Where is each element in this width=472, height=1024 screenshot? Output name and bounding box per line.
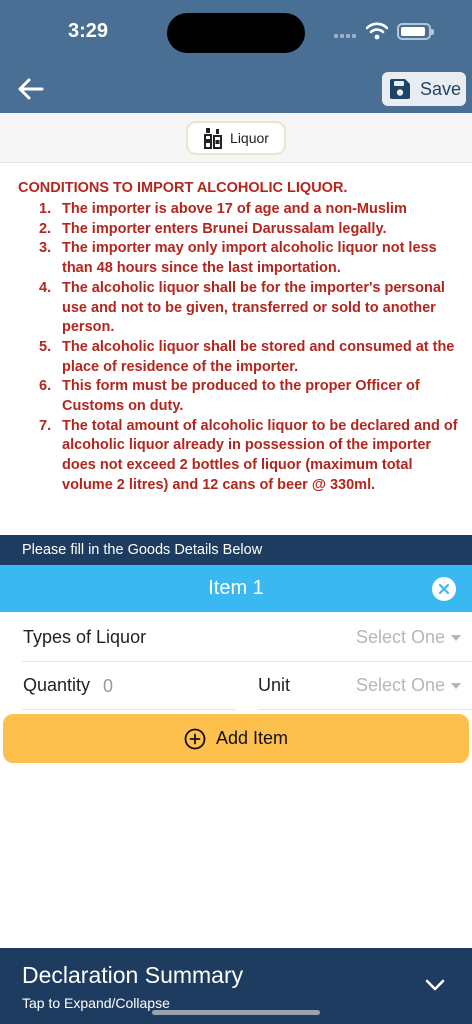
summary-subtitle: Tap to Expand/Collapse xyxy=(22,995,170,1011)
item-header: Item 1 xyxy=(0,565,472,612)
condition-item: 4. The alcoholic liquor shall be for the … xyxy=(18,279,460,338)
liquor-type-label: Types of Liquor xyxy=(23,627,147,647)
condition-number: 4. xyxy=(39,279,52,296)
liquor-bottles-icon xyxy=(204,128,223,149)
condition-number: 5. xyxy=(39,338,52,355)
save-label: Save xyxy=(420,78,462,99)
condition-item: 5. The alcoholic liquor shall be stored a… xyxy=(18,338,460,377)
caret-down-icon xyxy=(451,634,462,641)
conditions-title: CONDITIONS TO IMPORT ALCOHOLIC LIQUOR. xyxy=(18,180,348,196)
arrow-left-icon xyxy=(18,78,44,100)
unit-label: Unit xyxy=(258,675,291,695)
divider xyxy=(258,709,472,710)
condition-text: The total amount of alcoholic liquor to … xyxy=(62,417,458,493)
status-time: 3:29 xyxy=(68,20,109,42)
add-item-label: Add Item xyxy=(215,728,289,748)
condition-number: 1. xyxy=(39,201,52,217)
divider xyxy=(22,709,236,710)
condition-number: 3. xyxy=(39,240,52,257)
condition-text: The importer is above 17 of age and a no… xyxy=(62,201,407,217)
plus-circle-icon xyxy=(184,728,206,749)
unit-value: Select One xyxy=(356,675,446,695)
condition-item: 1. The importer is above 17 of age and a … xyxy=(18,200,460,220)
condition-item: 2. The importer enters Brunei Darussalam … xyxy=(18,220,460,240)
add-item-button[interactable]: Add Item xyxy=(3,714,469,763)
floppy-disk-icon xyxy=(390,79,410,99)
category-bar: Liquor xyxy=(0,113,472,163)
remove-item-button[interactable] xyxy=(432,577,456,601)
quantity-input[interactable] xyxy=(103,674,223,698)
condition-text: The importer enters Brunei Darussalam le… xyxy=(62,220,387,237)
condition-item: 7. The total amount of alcoholic liquor t… xyxy=(18,417,460,496)
goods-section-header: Please fill in the Goods Details Below xyxy=(0,535,472,565)
conditions-list: 1. The importer is above 17 of age and a … xyxy=(18,200,460,496)
import-conditions: CONDITIONS TO IMPORT ALCOHOLIC LIQUOR. 1… xyxy=(18,179,460,496)
unit-select[interactable]: Select One xyxy=(356,675,462,696)
condition-number: 2. xyxy=(39,220,52,237)
condition-number: 6. xyxy=(39,378,52,395)
condition-text: The alcoholic liquor shall be for the im… xyxy=(62,279,445,336)
divider xyxy=(22,661,472,662)
liquor-type-select[interactable]: Select One xyxy=(356,627,462,648)
battery-icon xyxy=(397,23,434,40)
category-chip-label: Liquor xyxy=(230,130,269,146)
dynamic-island xyxy=(167,13,305,53)
caret-down-icon xyxy=(451,682,462,689)
home-indicator xyxy=(152,1010,320,1015)
condition-text: The importer may only import alcoholic l… xyxy=(62,240,437,277)
condition-text: This form must be produced to the proper… xyxy=(62,378,420,415)
back-button[interactable] xyxy=(14,74,46,104)
close-icon xyxy=(438,583,450,595)
condition-text: The alcoholic liquor shall be stored and… xyxy=(62,338,455,375)
summary-title: Declaration Summary xyxy=(22,962,244,988)
condition-item: 3. The importer may only import alcoholic… xyxy=(18,239,460,278)
category-chip-liquor[interactable]: Liquor xyxy=(186,121,286,155)
liquor-type-value: Select One xyxy=(356,627,446,647)
cellular-signal-icon xyxy=(334,34,356,38)
quantity-label: Quantity xyxy=(23,675,91,695)
condition-item: 6. This form must be produced to the prop… xyxy=(18,377,460,416)
condition-number: 7. xyxy=(39,417,52,434)
save-button[interactable]: Save xyxy=(382,72,466,106)
item-title: Item 1 xyxy=(208,577,264,599)
chevron-down-icon xyxy=(425,979,445,991)
wifi-icon xyxy=(366,22,388,40)
